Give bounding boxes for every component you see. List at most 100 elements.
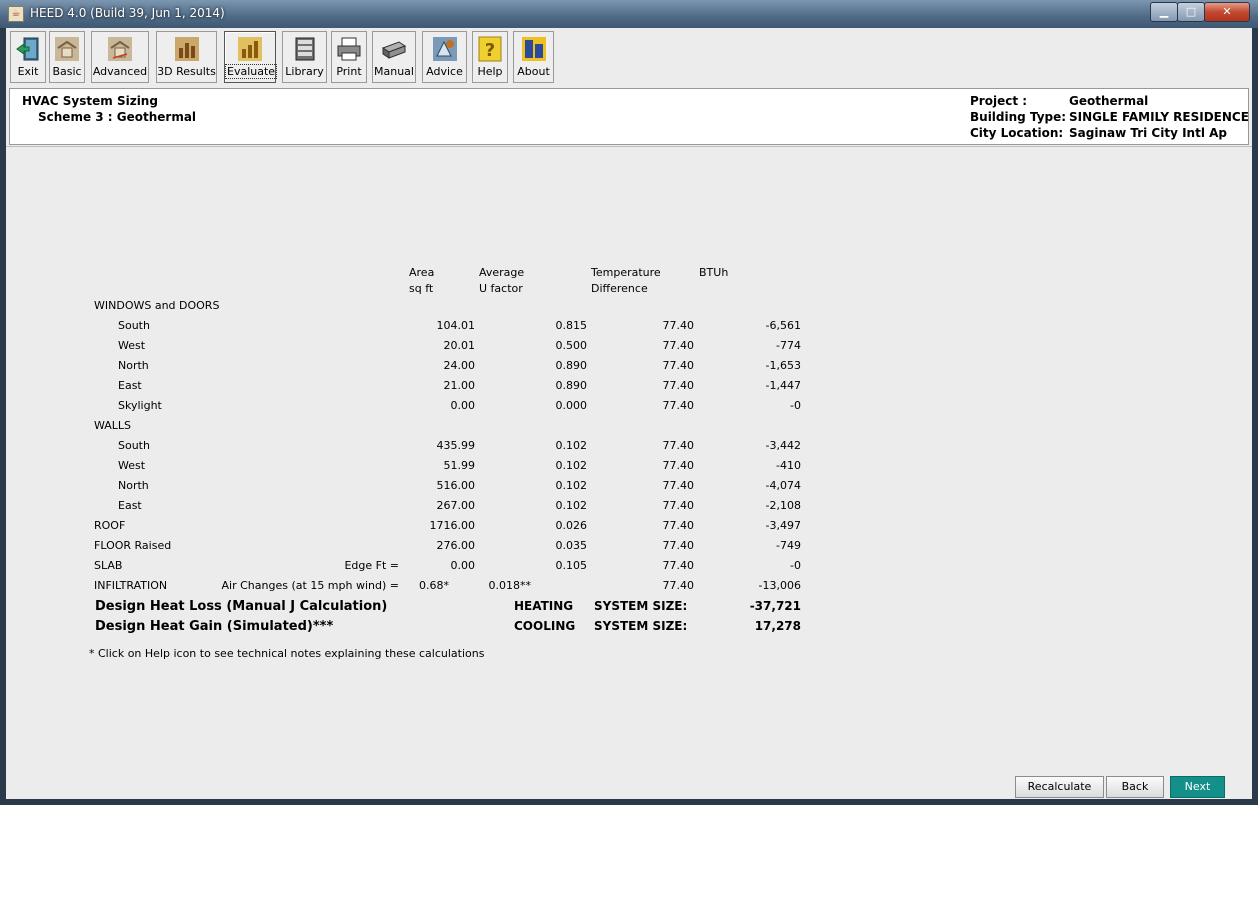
city-location-value: Saginaw Tri City Intl Ap <box>1069 126 1227 140</box>
close-button[interactable]: ✕ <box>1204 2 1250 22</box>
row-btuh: -749 <box>776 539 801 552</box>
row-btuh: -4,074 <box>765 479 801 492</box>
row-u-factor: 0.500 <box>555 339 588 352</box>
footnote: * Click on Help icon to see technical no… <box>89 647 485 660</box>
row-btuh: -3,442 <box>765 439 801 452</box>
row-temp-diff: 77.40 <box>662 539 695 552</box>
bar-chart-3d-icon <box>174 37 199 61</box>
heat-gain-label: Design Heat Gain (Simulated)*** <box>95 619 334 634</box>
back-button[interactable]: Back <box>1106 776 1164 798</box>
question-icon: ? <box>478 36 502 62</box>
row-u-factor: 0.102 <box>555 479 588 492</box>
toolbar-help-button[interactable]: ? Help <box>472 31 508 83</box>
toolbar-manual-button[interactable]: Manual <box>372 31 416 83</box>
window-title: HEED 4.0 (Build 39, Jun 1, 2014) <box>30 6 225 20</box>
toolbar-about-button[interactable]: About <box>513 31 554 83</box>
heating-label: HEATING <box>514 599 574 613</box>
row-temp-diff: 77.40 <box>662 499 695 512</box>
toolbar-label: Library <box>285 65 324 78</box>
row-u-factor: 0.102 <box>555 459 588 472</box>
row-label: FLOOR Raised <box>94 539 172 552</box>
toolbar-basic-button[interactable]: Basic <box>49 31 85 83</box>
cooling-label: COOLING <box>514 619 576 633</box>
row-btuh: -1,653 <box>765 359 801 372</box>
row-temp-diff: 77.40 <box>662 519 695 532</box>
row-label: SLAB <box>94 559 123 572</box>
toolbar-3d-results-button[interactable]: 3D Results <box>156 31 217 83</box>
city-location-label: City Location: <box>970 126 1064 140</box>
row-area: 21.00 <box>443 379 476 392</box>
toolbar-exit-button[interactable]: Exit <box>10 31 46 83</box>
row-u-factor: 0.026 <box>555 519 588 532</box>
toolbar-advanced-button[interactable]: Advanced <box>91 31 149 83</box>
row-extra-label: Edge Ft = <box>344 559 399 572</box>
row-u-factor: 0.018** <box>488 579 532 592</box>
recalculate-button[interactable]: Recalculate <box>1015 776 1104 798</box>
toolbar-advice-button[interactable]: Advice <box>422 31 467 83</box>
toolbar-label: Basic <box>52 65 82 78</box>
next-button[interactable]: Next <box>1170 776 1225 798</box>
project-label: Project : <box>970 94 1028 108</box>
row-temp-diff: 77.40 <box>662 399 695 412</box>
minimize-button[interactable]: ▁ <box>1150 2 1178 22</box>
row-temp-diff: 77.40 <box>662 439 695 452</box>
house-basic-icon <box>55 37 79 61</box>
header-panel: HVAC System Sizing Scheme 3 : Geothermal… <box>9 88 1249 145</box>
column-header-btuh: BTUh <box>699 266 729 279</box>
exit-door-icon <box>16 37 39 61</box>
column-header-area-unit: sq ft <box>409 282 434 295</box>
heating-system-size: -37,721 <box>749 599 801 613</box>
printer-icon <box>337 37 361 61</box>
row-u-factor: 0.000 <box>555 399 588 412</box>
section-walls: WALLS <box>94 419 132 432</box>
toolbar-label: 3D Results <box>157 65 216 78</box>
toolbar-library-button[interactable]: Library <box>282 31 327 83</box>
row-u-factor: 0.105 <box>555 559 588 572</box>
column-header-temp-2: Difference <box>591 282 648 295</box>
row-label: North <box>118 479 149 492</box>
row-u-factor: 0.890 <box>555 359 588 372</box>
row-temp-diff: 77.40 <box>662 459 695 472</box>
row-area: 0.00 <box>450 399 476 412</box>
toolbar-label: About <box>517 65 550 78</box>
java-cup-icon: ☕ <box>8 6 24 22</box>
row-label: Skylight <box>118 399 162 412</box>
row-u-factor: 0.102 <box>555 499 588 512</box>
advice-icon <box>432 37 457 61</box>
row-area: 0.68* <box>419 579 449 592</box>
bar-chart-evaluate-icon <box>238 37 262 61</box>
row-temp-diff: 77.40 <box>662 379 695 392</box>
project-value: Geothermal <box>1069 94 1149 108</box>
maximize-button[interactable]: □ <box>1177 2 1205 22</box>
row-area: 267.00 <box>436 499 476 512</box>
column-header-area: Area <box>409 266 435 279</box>
app-window: ☕ HEED 4.0 (Build 39, Jun 1, 2014) ▁ □ ✕… <box>0 0 1258 805</box>
toolbar-label: Manual <box>374 65 414 78</box>
header-divider <box>6 146 1252 147</box>
books-icon <box>295 37 314 61</box>
row-btuh: -0 <box>790 399 801 412</box>
section-windows-doors: WINDOWS and DOORS <box>94 299 220 312</box>
title-bar[interactable]: ☕ HEED 4.0 (Build 39, Jun 1, 2014) ▁ □ ✕ <box>0 0 1258 28</box>
row-area: 1716.00 <box>429 519 476 532</box>
row-btuh: -6,561 <box>765 319 801 332</box>
house-advanced-icon <box>108 37 132 61</box>
toolbar-evaluate-button[interactable]: Evaluate <box>224 31 278 83</box>
toolbar-label: Advice <box>426 65 463 78</box>
row-label: West <box>118 339 146 352</box>
column-header-temp: Temperature <box>591 266 661 279</box>
toolbar-print-button[interactable]: Print <box>331 31 367 83</box>
row-label: South <box>118 439 150 452</box>
row-area: 516.00 <box>436 479 476 492</box>
toolbar-label: Advanced <box>92 65 148 78</box>
svg-text:?: ? <box>485 40 495 61</box>
row-label: ROOF <box>94 519 126 532</box>
heating-system-size-label: SYSTEM SIZE: <box>594 599 688 613</box>
row-label: East <box>118 499 142 512</box>
row-area: 0.00 <box>450 559 476 572</box>
row-temp-diff: 77.40 <box>662 359 695 372</box>
cooling-system-size-label: SYSTEM SIZE: <box>594 619 688 633</box>
row-label: North <box>118 359 149 372</box>
row-area: 276.00 <box>436 539 476 552</box>
row-u-factor: 0.035 <box>555 539 588 552</box>
